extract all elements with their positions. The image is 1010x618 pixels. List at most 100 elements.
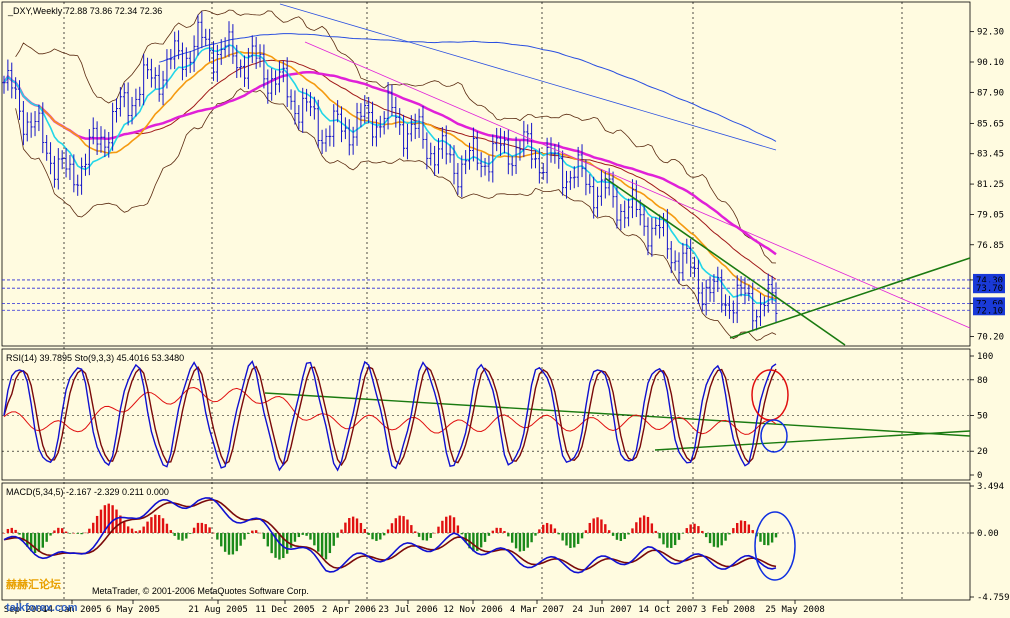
x-tick-label: 6 May 2005 <box>106 605 160 615</box>
macd-histogram-bar <box>60 528 64 533</box>
macd-histogram-bar <box>262 532 266 539</box>
macd-histogram-bar <box>681 532 685 534</box>
rsi-y-tick-label: 50 <box>977 412 988 422</box>
macd-histogram-bar <box>45 532 48 542</box>
x-tick-label: 21 Aug 2005 <box>188 605 248 615</box>
macd-histogram-bar <box>189 532 192 534</box>
macd-histogram-bar <box>150 517 153 533</box>
macd-histogram-bar <box>666 532 669 548</box>
macd-histogram-bar <box>487 532 491 536</box>
rsi-pane-series <box>2 360 970 472</box>
macd-histogram-bar <box>410 525 413 533</box>
macd-histogram-bar <box>336 532 339 538</box>
macd-histogram-bar <box>371 532 374 540</box>
macd-y-tick-label: 0.00 <box>977 529 999 539</box>
macd-histogram-bar <box>639 517 642 533</box>
macd-histogram-bar <box>301 532 304 535</box>
macd-histogram-bar <box>84 532 87 534</box>
price-bars <box>2 11 778 332</box>
macd-pane-series <box>2 497 970 574</box>
macd-histogram-bar <box>328 532 332 554</box>
macd-histogram-bar <box>313 532 316 546</box>
macd-histogram-bar <box>716 532 720 548</box>
macd-histogram-bar <box>80 532 83 535</box>
macd-histogram-bar <box>324 532 328 560</box>
macd-histogram-bar <box>223 532 227 552</box>
macd-histogram-bar <box>332 532 335 546</box>
macd-histogram-bar <box>553 528 557 533</box>
macd-histogram-bar <box>728 532 731 535</box>
macd-histogram-bar <box>88 528 91 533</box>
macd-histogram-bar <box>254 530 258 533</box>
macd-histogram-bar <box>18 532 21 535</box>
x-tick-label: 12 Nov 2006 <box>443 605 503 615</box>
macd-histogram-bar <box>584 530 588 533</box>
macd-histogram-bar <box>297 532 301 538</box>
macd-histogram-bar <box>289 532 293 548</box>
macd-histogram-bar <box>429 532 432 538</box>
macd-histogram-bar <box>235 532 238 552</box>
macd-histogram-bar <box>243 532 246 540</box>
macd-histogram-bar <box>557 532 560 535</box>
macd-histogram-bar <box>573 532 576 548</box>
macd-histogram-bar <box>747 524 751 533</box>
macd-histogram-bar <box>72 532 76 534</box>
macd-histogram-bar <box>503 531 506 533</box>
macd-histogram-bar <box>41 532 44 548</box>
macd-histogram-bar <box>565 532 568 546</box>
macd-histogram-bar <box>251 530 254 533</box>
macd-histogram-bar <box>472 532 475 552</box>
blue-macd-circle-annotation <box>754 511 796 581</box>
macd-histogram-bar <box>576 532 580 544</box>
macd-histogram-bar <box>406 519 409 533</box>
macd-histogram-bar <box>278 532 281 560</box>
macd-histogram-bar <box>367 532 370 535</box>
macd-histogram-bar <box>437 526 440 533</box>
macd-histogram-bar <box>604 524 607 533</box>
macd-histogram-bar <box>743 520 747 533</box>
macd-histogram-bar <box>317 532 320 552</box>
x-tick-label: 24 Jun 2007 <box>572 605 632 615</box>
macd-histogram-bar <box>627 532 630 535</box>
main-y-tick-label: 70.20 <box>977 332 1004 342</box>
x-tick-label: 14 Oct 2007 <box>638 605 698 615</box>
main-y-tick-label: 79.05 <box>977 210 1004 220</box>
macd-histogram-bar <box>382 532 386 536</box>
macd-histogram-bar <box>95 515 99 533</box>
macd-histogram-bar <box>185 532 188 539</box>
macd-histogram-bar <box>662 532 665 545</box>
macd-histogram-bar <box>142 526 145 533</box>
macd-histogram-bar <box>146 521 149 533</box>
macd-histogram-bar <box>305 532 308 536</box>
macd-histogram-bar <box>673 532 677 546</box>
macd-histogram-bar <box>592 518 595 533</box>
macd-histogram-bar <box>542 524 545 533</box>
red-circle-annotation <box>751 369 789 421</box>
macd-histogram-bar <box>386 529 390 533</box>
macd-histogram-bar <box>526 532 529 548</box>
macd-histogram-bar <box>92 522 95 533</box>
macd-histogram-bar <box>177 532 180 540</box>
price-level-label: 72.10 <box>976 306 1003 316</box>
ma-cyan-line <box>3 44 777 304</box>
macd-histogram-bar <box>355 518 359 533</box>
x-tick-label: 2 Apr 2006 <box>322 605 376 615</box>
macd-histogram-bar <box>351 516 355 533</box>
macd-histogram-bar <box>344 522 347 533</box>
macd-histogram-bar <box>491 530 495 533</box>
macd-histogram-bar <box>309 532 312 540</box>
macd-histogram-bar <box>685 528 688 533</box>
macd-histogram-bar <box>522 532 526 551</box>
macd-histogram-bar <box>204 524 207 533</box>
macd-histogram-bar <box>445 516 448 533</box>
macd-histogram-bar <box>231 532 235 555</box>
macd-histogram-bar <box>704 532 708 538</box>
macd-histogram-bar <box>538 529 541 533</box>
macd-histogram-bar <box>247 532 250 535</box>
rsi-pane-title: RSI(14) 39.7895 Sto(9,3,3) 45.4016 53.34… <box>6 353 184 363</box>
macd-histogram-bar <box>751 530 754 533</box>
macd-histogram-bar <box>611 532 615 536</box>
main-y-tick-label: 90.10 <box>977 58 1004 68</box>
macd-histogram-bar <box>2 532 6 534</box>
macd-histogram-bar <box>208 527 211 533</box>
